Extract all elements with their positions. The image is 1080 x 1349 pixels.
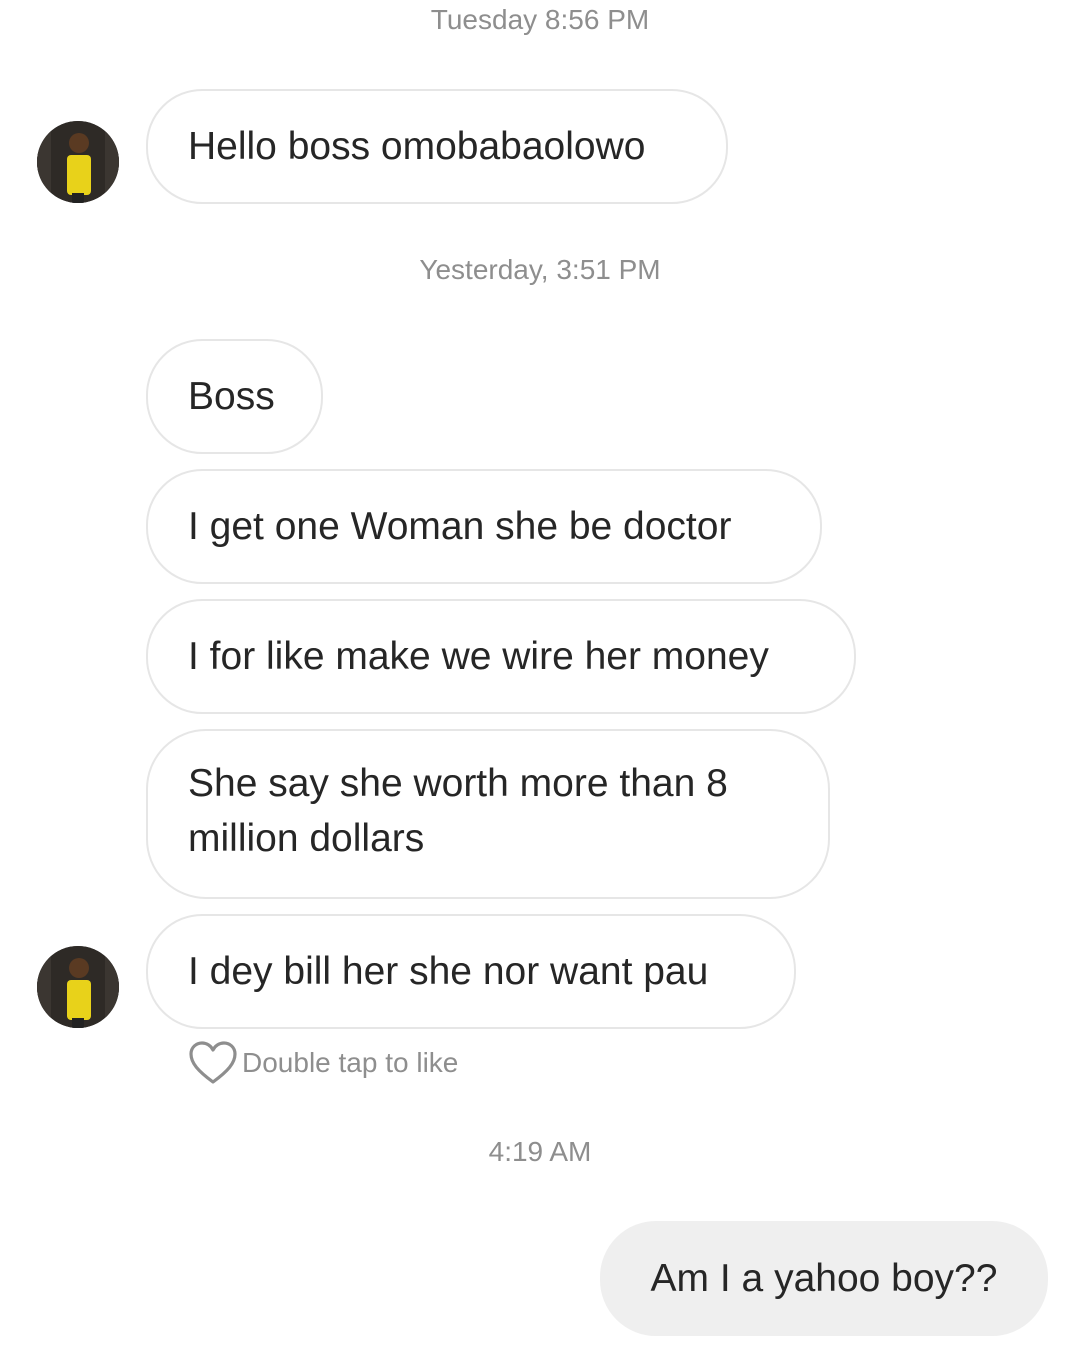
message-bubble[interactable]: Boss bbox=[146, 339, 323, 454]
message-bubble[interactable]: I dey bill her she nor want pau bbox=[146, 914, 796, 1029]
message-text: I get one Woman she be doctor bbox=[188, 505, 732, 548]
timestamp-yesterday: Yesterday, 3:51 PM bbox=[419, 254, 661, 285]
message-bubble[interactable]: I for like make we wire her money bbox=[146, 599, 856, 714]
double-tap-like-hint: Double tap to like bbox=[188, 1040, 458, 1086]
timestamp-today: 4:19 AM bbox=[488, 1136, 592, 1167]
sender-avatar[interactable] bbox=[37, 946, 119, 1028]
message-text: Hello boss omobabaolowo bbox=[188, 125, 646, 168]
heart-outline-icon[interactable] bbox=[188, 1040, 238, 1086]
message-text: I for like make we wire her money bbox=[188, 635, 769, 678]
message-bubble[interactable]: Hello boss omobabaolowo bbox=[146, 89, 728, 204]
like-hint-label: Double tap to like bbox=[242, 1047, 459, 1078]
message-bubble[interactable]: I get one Woman she be doctor bbox=[146, 469, 822, 584]
avatar-photo-icon bbox=[37, 121, 119, 203]
message-text: She say she worth more than 8 million do… bbox=[188, 762, 728, 860]
message-bubble[interactable]: She say she worth more than 8 million do… bbox=[146, 729, 830, 899]
my-message-bubble[interactable]: Am I a yahoo boy?? bbox=[600, 1221, 1048, 1336]
message-text: Am I a yahoo boy?? bbox=[650, 1257, 998, 1300]
sender-avatar[interactable] bbox=[37, 121, 119, 203]
message-text: I dey bill her she nor want pau bbox=[188, 950, 709, 993]
timestamp-tuesday: Tuesday 8:56 PM bbox=[430, 4, 650, 35]
avatar-photo-icon bbox=[37, 946, 119, 1028]
message-text: Boss bbox=[188, 375, 275, 418]
